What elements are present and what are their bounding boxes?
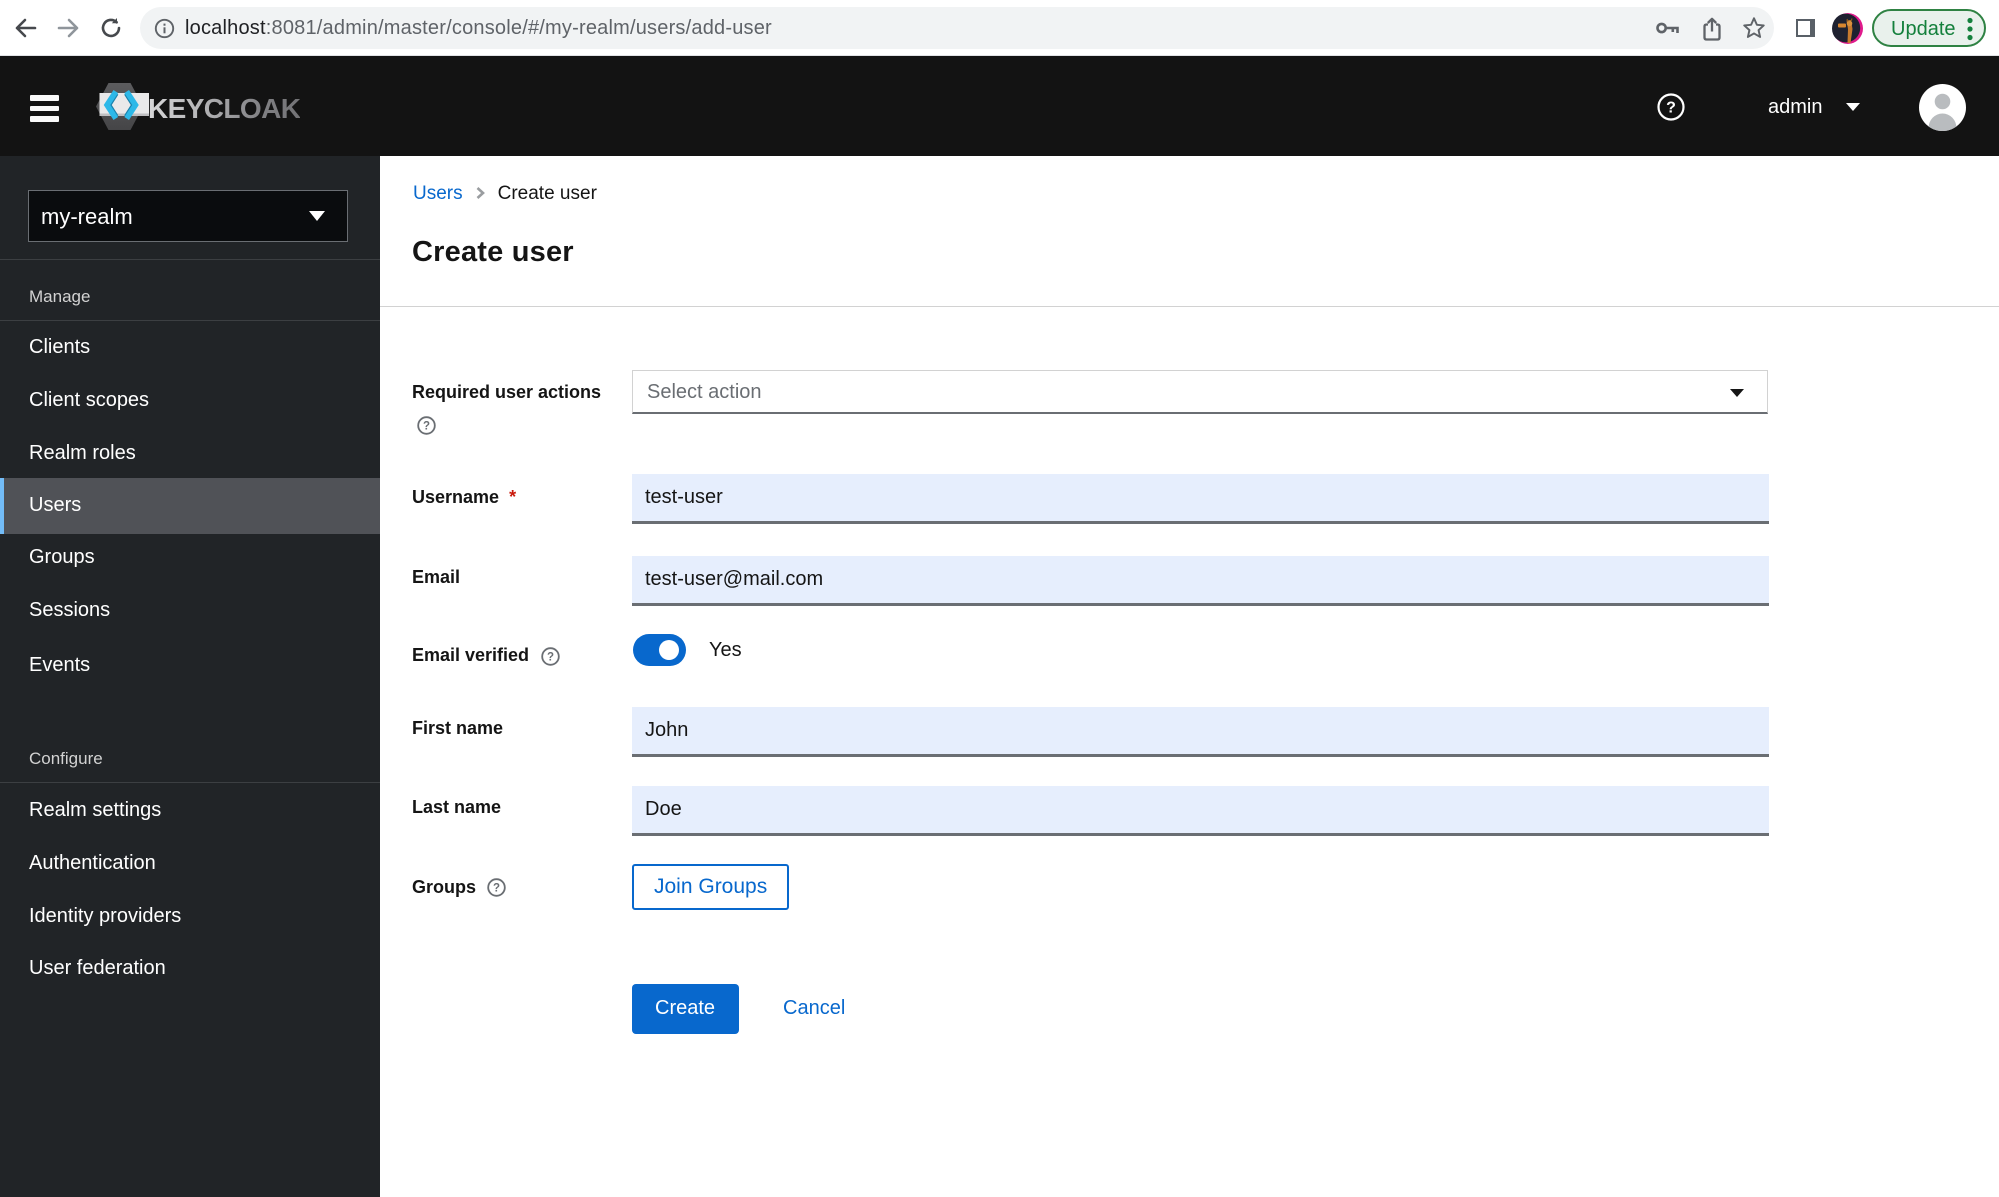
svg-text:?: ? — [1666, 100, 1676, 117]
svg-text:?: ? — [423, 421, 430, 433]
svg-text:?: ? — [493, 883, 500, 895]
svg-text:?: ? — [547, 652, 554, 664]
